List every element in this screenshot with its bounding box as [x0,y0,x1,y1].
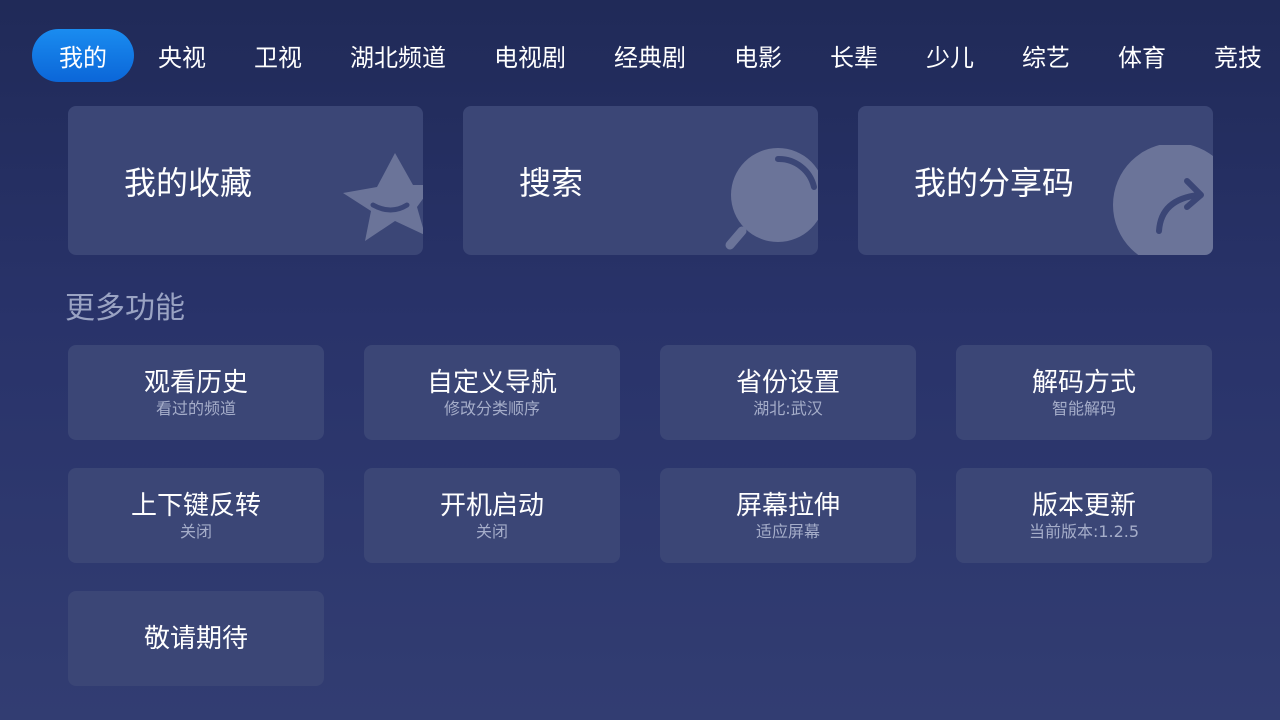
tab-satellite[interactable]: 卫视 [230,29,326,82]
coming-soon-tile[interactable]: 敬请期待 [68,591,324,686]
tab-kids[interactable]: 少儿 [902,29,998,82]
watch-history-tile[interactable]: 观看历史 看过的频道 [68,345,324,440]
tile-subtitle: 智能解码 [1051,398,1116,418]
tile-title: 上下键反转 [130,490,261,521]
tile-subtitle: 当前版本:1.2.5 [1028,521,1140,541]
share-label: 我的分享码 [914,163,1075,202]
star-icon [343,153,423,241]
tile-subtitle: 看过的频道 [155,398,236,418]
tab-elders[interactable]: 长辈 [806,29,902,82]
screen-stretch-tile[interactable]: 屏幕拉伸 适应屏幕 [660,468,916,563]
tab-tv-series[interactable]: 电视剧 [470,29,590,82]
tile-title: 观看历史 [143,367,248,398]
favorites-card[interactable]: 我的收藏 [68,106,423,255]
tile-subtitle: 适应屏幕 [755,521,820,541]
tile-subtitle: 修改分类顺序 [443,398,540,418]
category-tabs: 我的 央视 卫视 湖北频道 电视剧 经典剧 电影 长辈 少儿 综艺 体育 竞技 [32,29,1280,82]
tab-movies[interactable]: 电影 [710,29,806,82]
tile-title: 屏幕拉伸 [735,490,840,521]
tab-classic-series[interactable]: 经典剧 [590,29,710,82]
tile-subtitle: 关闭 [179,521,212,541]
search-icon [725,148,818,250]
version-update-tile[interactable]: 版本更新 当前版本:1.2.5 [956,468,1212,563]
key-reverse-tile[interactable]: 上下键反转 关闭 [68,468,324,563]
search-card[interactable]: 搜索 [463,106,818,255]
tab-sports[interactable]: 体育 [1094,29,1190,82]
tab-esports[interactable]: 竞技 [1190,29,1280,82]
favorites-label: 我的收藏 [124,163,253,202]
tile-title: 敬请期待 [143,623,248,654]
tile-title: 开机启动 [439,490,544,521]
tile-title: 解码方式 [1031,367,1136,398]
tile-title: 省份设置 [735,367,840,398]
tab-mine[interactable]: 我的 [32,29,134,82]
tile-title: 版本更新 [1031,490,1136,521]
tile-subtitle: 关闭 [475,521,508,541]
boot-start-tile[interactable]: 开机启动 关闭 [364,468,620,563]
province-settings-tile[interactable]: 省份设置 湖北:武汉 [660,345,916,440]
share-arrow-icon [1113,145,1213,255]
tab-cctv[interactable]: 央视 [134,29,230,82]
tile-title: 自定义导航 [426,367,557,398]
custom-nav-tile[interactable]: 自定义导航 修改分类顺序 [364,345,620,440]
tab-variety[interactable]: 综艺 [998,29,1094,82]
decode-mode-tile[interactable]: 解码方式 智能解码 [956,345,1212,440]
tile-subtitle: 湖北:武汉 [753,398,823,418]
search-label: 搜索 [519,163,584,202]
more-features-title: 更多功能 [65,291,185,326]
share-card[interactable]: 我的分享码 [858,106,1213,255]
tab-hubei[interactable]: 湖北频道 [326,29,470,82]
